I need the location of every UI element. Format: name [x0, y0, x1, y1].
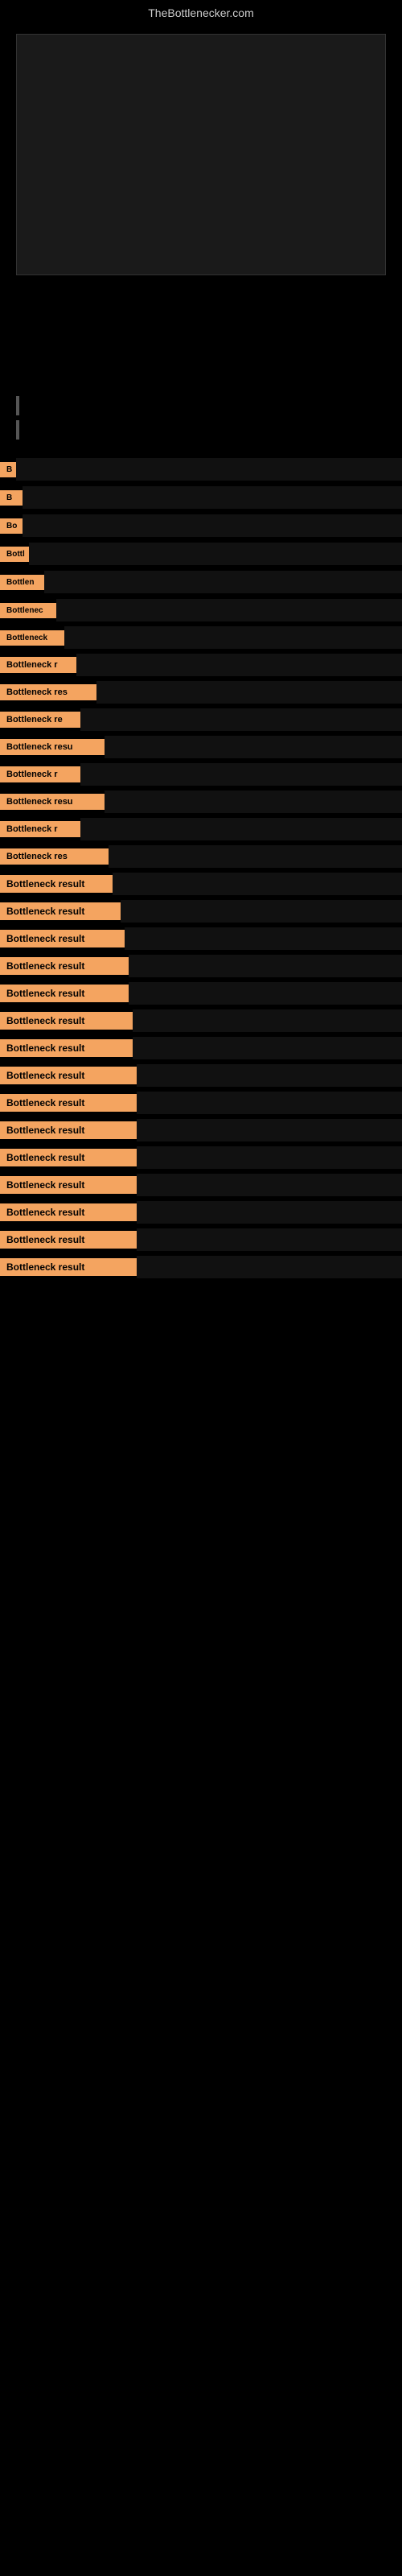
list-item[interactable]: Bottlen	[0, 569, 402, 595]
result-bar	[76, 654, 402, 676]
list-item[interactable]: Bottleneck result	[0, 1227, 402, 1253]
list-item[interactable]: Bottleneck r	[0, 816, 402, 842]
list-item[interactable]: Bottleneck r	[0, 762, 402, 787]
list-item[interactable]: Bottleneck re	[0, 707, 402, 733]
result-bar	[29, 543, 402, 565]
site-header: TheBottlenecker.com	[0, 0, 402, 26]
result-bar	[137, 1256, 402, 1278]
result-label: Bottleneck result	[0, 1121, 137, 1139]
result-label: Bottleneck result	[0, 1176, 137, 1194]
result-label: Bottleneck result	[0, 1012, 133, 1030]
result-label: B	[0, 490, 23, 506]
result-label: Bottleneck re	[0, 712, 80, 728]
list-item[interactable]: Bottleneck result	[0, 1254, 402, 1280]
list-item[interactable]: Bottleneck result	[0, 1063, 402, 1088]
site-title: TheBottlenecker.com	[0, 0, 402, 26]
result-bar	[121, 900, 402, 923]
list-item[interactable]: Bottleneck res	[0, 844, 402, 869]
result-bar	[96, 681, 402, 704]
result-bar	[80, 708, 402, 731]
result-label: Bottleneck res	[0, 684, 96, 700]
result-label: Bottleneck result	[0, 985, 129, 1002]
result-bar	[137, 1092, 402, 1114]
list-item[interactable]: Bottleneck result	[0, 871, 402, 897]
result-bar	[129, 955, 402, 977]
result-label: Bottleneck result	[0, 957, 129, 975]
result-list: BB Bo Bottl Bottlen Bottlenec Bottleneck Bottl…	[0, 448, 402, 1290]
result-label: Bottlenec	[0, 603, 56, 618]
result-label: Bo	[0, 518, 23, 534]
result-bar	[56, 599, 402, 621]
result-bar	[137, 1228, 402, 1251]
result-bar	[64, 626, 402, 649]
list-item[interactable]: Bottleneck result	[0, 1035, 402, 1061]
list-item[interactable]: Bottleneck result	[0, 898, 402, 924]
list-item[interactable]: Bottl	[0, 541, 402, 567]
result-bar	[105, 736, 402, 758]
list-item[interactable]: Bottleneck	[0, 625, 402, 650]
result-bar	[44, 571, 402, 593]
result-label: Bottleneck result	[0, 1094, 137, 1112]
list-item[interactable]: Bottleneck resu	[0, 789, 402, 815]
result-bar	[23, 514, 402, 537]
result-label: Bottleneck result	[0, 1231, 137, 1249]
result-label: Bottleneck	[0, 630, 64, 646]
result-bar	[133, 1009, 402, 1032]
list-item[interactable]: Bottleneck result	[0, 926, 402, 952]
result-label: Bottleneck r	[0, 657, 76, 673]
result-label: Bottleneck resu	[0, 739, 105, 755]
result-label: Bottleneck result	[0, 1258, 137, 1276]
spacer-top	[0, 340, 402, 388]
result-bar	[16, 458, 402, 481]
result-bar	[129, 982, 402, 1005]
list-item[interactable]: Bottleneck result	[0, 1172, 402, 1198]
list-item[interactable]: Bottleneck result	[0, 1199, 402, 1225]
list-item[interactable]: Bottleneck res	[0, 679, 402, 705]
result-bar	[137, 1174, 402, 1196]
list-item[interactable]: Bottleneck result	[0, 1117, 402, 1143]
result-label: B	[0, 462, 16, 477]
result-bar	[23, 486, 402, 509]
result-label: Bottleneck result	[0, 875, 113, 893]
result-label: Bottl	[0, 547, 29, 562]
result-bar	[80, 763, 402, 786]
result-label: Bottleneck result	[0, 930, 125, 947]
result-bar	[113, 873, 402, 895]
chart-inner	[16, 34, 386, 275]
result-bar	[125, 927, 402, 950]
result-bar	[137, 1119, 402, 1141]
result-bar	[133, 1037, 402, 1059]
list-item[interactable]: Bottleneck resu	[0, 734, 402, 760]
list-item[interactable]: B	[0, 485, 402, 510]
list-item[interactable]: Bottleneck result	[0, 1090, 402, 1116]
list-item[interactable]: Bottlenec	[0, 597, 402, 623]
list-item[interactable]: Bottleneck r	[0, 652, 402, 678]
result-label: Bottleneck resu	[0, 794, 105, 810]
list-item[interactable]: Bottleneck result	[0, 1008, 402, 1034]
result-bar	[80, 818, 402, 840]
result-bar	[137, 1146, 402, 1169]
list-item[interactable]: Bottleneck result	[0, 980, 402, 1006]
result-label: Bottleneck result	[0, 1067, 137, 1084]
result-label: Bottlen	[0, 575, 44, 590]
result-bar	[137, 1201, 402, 1224]
result-label: Bottleneck result	[0, 1149, 137, 1166]
list-item[interactable]: Bottleneck result	[0, 1145, 402, 1170]
result-label: Bottleneck result	[0, 902, 121, 920]
filter-area	[0, 388, 402, 448]
result-label: Bottleneck result	[0, 1203, 137, 1221]
result-label: Bottleneck result	[0, 1039, 133, 1057]
chart-area	[0, 34, 402, 340]
list-item[interactable]: Bo	[0, 513, 402, 539]
result-bar	[137, 1064, 402, 1087]
result-label: Bottleneck r	[0, 821, 80, 837]
result-label: Bottleneck r	[0, 766, 80, 782]
result-bar	[109, 845, 402, 868]
list-item[interactable]: B	[0, 456, 402, 482]
result-label: Bottleneck res	[0, 848, 109, 865]
list-item[interactable]: Bottleneck result	[0, 953, 402, 979]
result-bar	[105, 791, 402, 813]
